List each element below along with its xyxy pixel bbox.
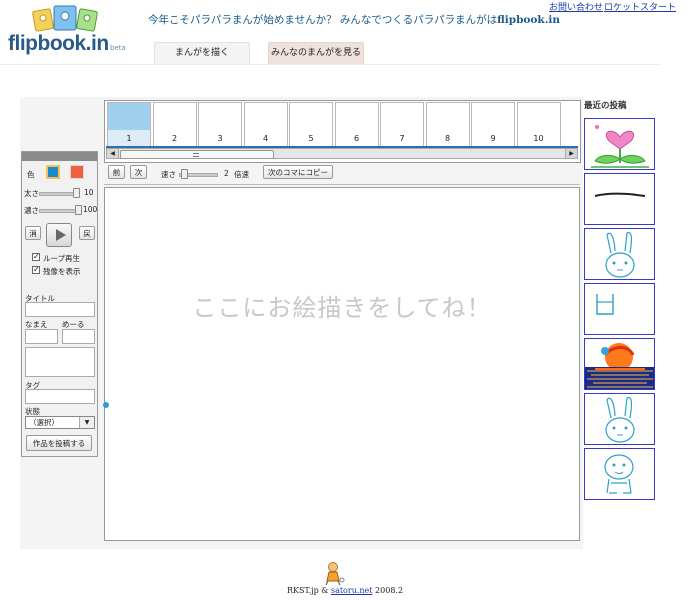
opacity-label: 濃さ xyxy=(24,206,39,215)
recent-post-thumb[interactable] xyxy=(584,173,655,225)
footer-credit: RKST.jp xyxy=(286,586,319,595)
frame-number: 3 xyxy=(217,134,223,143)
tool-panel: 色 太さ 10 濃さ 100 消 戻 ✓ ループ再生 ✓ 残像を表示 タイトル … xyxy=(21,151,98,457)
scroll-right-arrow-icon[interactable]: ▶ xyxy=(565,149,577,158)
mascot-icon xyxy=(325,562,345,585)
logo-beta-badge: beta xyxy=(110,44,126,52)
recent-post-thumb[interactable] xyxy=(584,228,655,280)
line-drawing-icon xyxy=(594,192,646,197)
recent-post-thumb[interactable] xyxy=(584,283,655,335)
footer-satoru-link[interactable]: satoru.net xyxy=(331,586,373,595)
recent-post-thumb[interactable] xyxy=(584,393,655,445)
speed-value: 2 xyxy=(224,169,229,178)
frame-cell[interactable]: 3 xyxy=(198,102,242,148)
scroll-thumb[interactable] xyxy=(120,150,274,159)
rocket-start-link[interactable]: ロケットスタート xyxy=(604,0,676,13)
frame-cell[interactable]: 1 xyxy=(107,102,151,148)
next-frame-button[interactable]: 次 xyxy=(130,165,147,179)
primary-color-swatch[interactable] xyxy=(46,165,60,179)
name-input[interactable] xyxy=(25,329,58,344)
logo-text: flipbook.in xyxy=(8,32,109,55)
mail-input[interactable] xyxy=(62,329,95,344)
contact-link[interactable]: お問い合わせ xyxy=(549,0,603,13)
header-divider xyxy=(0,64,660,65)
loop-checkbox[interactable]: ✓ xyxy=(32,253,40,261)
speed-unit: 倍速 xyxy=(234,170,249,179)
frame-number: 6 xyxy=(353,134,360,143)
submit-work-button[interactable]: 作品を投稿する xyxy=(26,435,92,451)
scroll-left-arrow-icon[interactable]: ◀ xyxy=(107,149,119,158)
site-logo[interactable]: flipbook.in beta xyxy=(8,4,126,55)
frame-number: 10 xyxy=(533,134,544,143)
frame-cell[interactable]: 10 xyxy=(516,102,561,148)
frame-number: 2 xyxy=(171,134,178,143)
speed-slider-thumb[interactable] xyxy=(181,169,188,179)
loop-label: ループ再生 xyxy=(43,254,81,263)
comment-textarea[interactable] xyxy=(25,347,95,377)
footer: RKST.jp & satoru.net 2008.2 xyxy=(0,586,690,595)
recent-posts-title: 最近の投稿 xyxy=(584,101,627,111)
tab-view-manga[interactable]: みんなのまんがを見る xyxy=(268,42,364,64)
frame-cell[interactable]: 5 xyxy=(289,102,333,148)
footer-amp: & xyxy=(321,586,329,595)
title-input[interactable] xyxy=(25,302,95,317)
tagline-site: flipbook.in xyxy=(497,14,560,26)
frame-cell[interactable]: 8 xyxy=(425,102,470,148)
opacity-slider-thumb[interactable] xyxy=(75,205,82,215)
recent-post-thumb[interactable] xyxy=(584,118,655,170)
tag-input[interactable] xyxy=(25,389,95,404)
frame-number: 1 xyxy=(126,134,132,143)
cup-drawing-icon xyxy=(596,294,614,315)
frame-cell[interactable]: 7 xyxy=(380,102,424,148)
frame-number: 8 xyxy=(444,134,451,143)
thickness-label: 太さ xyxy=(24,189,39,198)
toolbar-divider xyxy=(104,184,580,185)
chevron-down-icon[interactable]: ▼ xyxy=(79,417,94,428)
sunset-drawing-icon xyxy=(585,343,654,389)
frame-number: 5 xyxy=(308,134,314,143)
onion-skin-label: 残像を表示 xyxy=(43,267,81,276)
speed-label: 速さ xyxy=(161,170,176,179)
recent-post-thumb[interactable] xyxy=(584,338,655,390)
opacity-value: 100 xyxy=(83,205,98,214)
frame-number: 7 xyxy=(399,134,405,143)
thickness-value: 10 xyxy=(84,188,94,197)
tagline: 今年こそパラパラまんが始めませんか？ みんなでつくるパラパラまんがはflipbo… xyxy=(148,12,560,27)
secondary-color-swatch[interactable] xyxy=(70,165,84,179)
frame-scrollbar[interactable]: ◀ ▶ xyxy=(106,148,578,159)
undo-button[interactable]: 戻 xyxy=(79,226,95,240)
frame-number: 9 xyxy=(490,134,496,143)
frame-cell[interactable]: 4 xyxy=(243,102,288,148)
frame-number: 4 xyxy=(262,134,269,143)
character-drawing-icon xyxy=(604,454,634,494)
recent-post-thumb[interactable] xyxy=(584,448,655,500)
frame-cell[interactable]: 9 xyxy=(471,102,515,148)
tagline-text: 今年こそパラパラまんが始めませんか？ みんなでつくるパラパラまんがは xyxy=(148,14,498,26)
color-label: 色 xyxy=(27,170,35,179)
state-select-value: （選択） xyxy=(29,418,59,427)
flower-drawing-icon xyxy=(591,125,649,168)
play-button[interactable] xyxy=(46,223,72,247)
copy-to-next-button[interactable]: 次のコマにコピー xyxy=(263,165,333,179)
thickness-slider-thumb[interactable] xyxy=(73,188,80,198)
drawing-canvas[interactable]: ここにお絵描きをしてね！ xyxy=(104,187,580,541)
onion-skin-checkbox[interactable]: ✓ xyxy=(32,266,40,274)
tab-draw-manga[interactable]: まんがを描く xyxy=(154,42,250,64)
prev-frame-button[interactable]: 前 xyxy=(108,165,125,179)
canvas-hint: ここにお絵描きをしてね！ xyxy=(192,294,492,322)
state-select[interactable]: （選択） ▼ xyxy=(25,416,95,429)
frame-cell[interactable]: 6 xyxy=(334,102,379,148)
logo-characters-icon xyxy=(32,5,98,32)
frame-cell[interactable]: 2 xyxy=(152,102,197,148)
erase-button[interactable]: 消 xyxy=(25,226,41,240)
rabbit-drawing-icon xyxy=(605,231,635,278)
tool-panel-header xyxy=(22,152,97,161)
footer-year: 2008.2 xyxy=(375,586,404,595)
canvas-handle[interactable] xyxy=(103,402,109,408)
rabbit-drawing-icon xyxy=(605,396,635,443)
